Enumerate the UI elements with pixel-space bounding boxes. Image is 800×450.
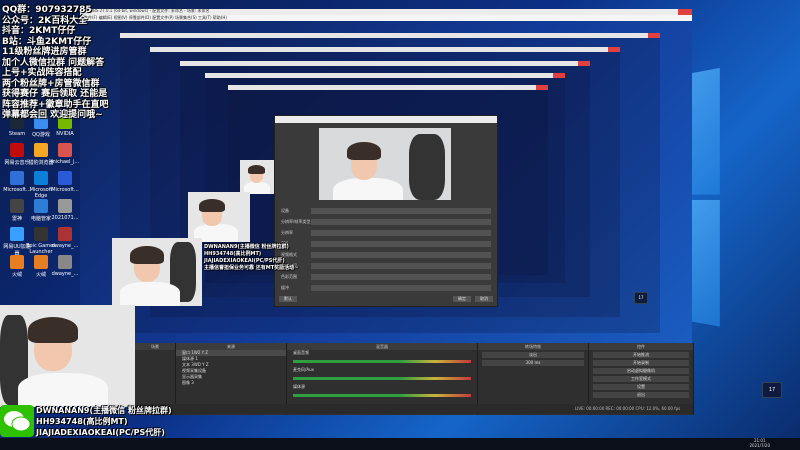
dialog-row: FPS bbox=[281, 241, 491, 247]
dialog-row-label: 色彩范围 bbox=[281, 274, 297, 279]
desktop-icon-label: dwayne_... bbox=[51, 271, 79, 277]
app-icon bbox=[10, 255, 24, 269]
app-icon bbox=[10, 143, 24, 157]
desktop-icon[interactable]: 2021071... bbox=[50, 199, 80, 221]
app-icon bbox=[58, 171, 72, 185]
desktop-icon[interactable]: michael_j... bbox=[50, 143, 80, 165]
control-button[interactable]: 设置 bbox=[593, 384, 689, 390]
dialog-row: 分辨率 bbox=[281, 230, 491, 236]
cancel-button[interactable]: 取消 bbox=[475, 296, 493, 302]
desktop-icon[interactable]: dwayne_... bbox=[50, 255, 80, 277]
mixer-channel-label: 麦克风/Aux bbox=[293, 367, 314, 372]
mixer-header: 混音器 bbox=[287, 343, 477, 350]
source-item[interactable]: 图像 3 bbox=[176, 380, 286, 386]
volume-meter[interactable] bbox=[293, 394, 471, 397]
control-button[interactable]: 退出 bbox=[593, 392, 689, 398]
webcam-small-1 bbox=[240, 160, 274, 194]
nested-chat-message: 主播信誉担保业务可靠 还有MT奖励活动~ bbox=[204, 265, 299, 271]
app-icon bbox=[10, 199, 24, 213]
transitions-header: 转场特效 bbox=[478, 343, 588, 350]
webcam-medium bbox=[112, 238, 202, 306]
app-icon bbox=[58, 255, 72, 269]
dialog-row-field[interactable] bbox=[311, 274, 491, 280]
nested-chat-message: DWNANAN9(主播微信 粉丝牌拉群) bbox=[204, 244, 289, 250]
desktop-icon[interactable]: Microsoft... bbox=[50, 171, 80, 193]
side-count-button[interactable]: 17 bbox=[762, 382, 782, 398]
control-button[interactable]: 开始推流 bbox=[593, 352, 689, 358]
webcam-large bbox=[0, 305, 135, 407]
dialog-row-field[interactable] bbox=[311, 230, 491, 236]
dialog-row-field[interactable] bbox=[311, 219, 491, 225]
controls-header: 控件 bbox=[589, 343, 693, 350]
app-icon bbox=[10, 171, 24, 185]
dialog-row-label: 分辨率 bbox=[281, 230, 293, 235]
dialog-camera-preview bbox=[319, 128, 451, 200]
dialog-row: 分辨率/帧率类型 bbox=[281, 219, 491, 225]
control-button[interactable]: 工作室模式 bbox=[593, 376, 689, 382]
transition-select[interactable]: 淡出 bbox=[482, 352, 584, 358]
desktop-icon-label: Microsoft... bbox=[51, 187, 79, 193]
dialog-row-field[interactable] bbox=[311, 208, 491, 214]
clock-date: 2021/7/20 bbox=[749, 443, 770, 448]
dialog-row-label: 设备 bbox=[281, 208, 289, 213]
dialog-row-field[interactable] bbox=[311, 263, 491, 269]
app-icon bbox=[34, 227, 48, 241]
small-count-button[interactable]: 17 bbox=[634, 292, 648, 304]
app-icon bbox=[34, 255, 48, 269]
chat-message: HH934748(高比例MT) bbox=[36, 417, 128, 426]
dialog-row: 设备 bbox=[281, 208, 491, 214]
volume-meter[interactable] bbox=[293, 377, 471, 380]
app-icon bbox=[34, 199, 48, 213]
transition-duration[interactable]: 300 ms bbox=[482, 360, 584, 366]
desktop-icon-label: NVIDIA bbox=[56, 131, 74, 137]
overlay-text-line: 弹幕都会回 欢迎提问哦~ bbox=[2, 110, 103, 120]
control-button[interactable]: 启动虚拟摄像机 bbox=[593, 368, 689, 374]
desktop-icon-label: dwayne_... bbox=[51, 243, 79, 249]
dialog-row: 缓冲 bbox=[281, 285, 491, 291]
app-icon bbox=[34, 143, 48, 157]
dialog-row-field[interactable] bbox=[311, 285, 491, 291]
nested-chat-message: JIAJIADEXIAOKEAI(PC/PS代肝) bbox=[204, 258, 285, 264]
desktop-icon-label: michael_j... bbox=[50, 159, 80, 165]
chat-message: JIAJIADEXIAOKEAI(PC/PS代肝) bbox=[36, 428, 165, 437]
obs-status-bar: LIVE: 00:00:00 REC: 00:00:00 CPU: 12.0%,… bbox=[135, 404, 693, 414]
defaults-button[interactable]: 默认 bbox=[279, 296, 297, 302]
app-icon bbox=[58, 143, 72, 157]
volume-meter[interactable] bbox=[293, 360, 471, 363]
clock: 21:01 2021/7/20 bbox=[749, 438, 770, 448]
taskbar: 21:01 2021/7/20 bbox=[0, 438, 800, 450]
sources-header: 来源 bbox=[176, 343, 286, 350]
desktop-icon-label: 2021071... bbox=[51, 215, 79, 221]
dialog-row-field[interactable] bbox=[311, 252, 491, 258]
nested-chat-message: HH934748(高比例MT) bbox=[204, 251, 262, 257]
app-icon bbox=[58, 199, 72, 213]
dialog-row-label: 分辨率/帧率类型 bbox=[281, 219, 311, 224]
mixer-channel-label: 桌面音频 bbox=[293, 350, 309, 355]
app-icon bbox=[10, 227, 24, 241]
obs-title: OBS 27.0.1 (64-bit, windows) - 配置文件: 未命名… bbox=[90, 8, 210, 13]
scenes-header: 场景 bbox=[135, 343, 175, 350]
desktop-icon[interactable]: dwayne_... bbox=[50, 227, 80, 249]
dialog-row: 色彩范围 bbox=[281, 274, 491, 280]
dialog-titlebar bbox=[275, 116, 497, 123]
dialog-row-field[interactable] bbox=[311, 241, 491, 247]
chat-message: DWNANAN9(主播微信 粉丝牌拉群) bbox=[36, 406, 172, 415]
properties-dialog[interactable]: 设备分辨率/帧率类型 分辨率 FPS 视频格式色彩空间色彩范围缓冲 默认 确定 取消 bbox=[274, 115, 498, 307]
ok-button[interactable]: 确定 bbox=[453, 296, 471, 302]
wechat-icon bbox=[0, 405, 34, 437]
mixer-channel-label: 媒体源 bbox=[293, 384, 305, 389]
dialog-row: 视频格式 bbox=[281, 252, 491, 258]
app-icon bbox=[58, 227, 72, 241]
control-button[interactable]: 开始录制 bbox=[593, 360, 689, 366]
dialog-row-label: 缓冲 bbox=[281, 285, 289, 290]
app-icon bbox=[34, 171, 48, 185]
dialog-row: 色彩空间 bbox=[281, 263, 491, 269]
webcam-small-2 bbox=[188, 192, 250, 242]
